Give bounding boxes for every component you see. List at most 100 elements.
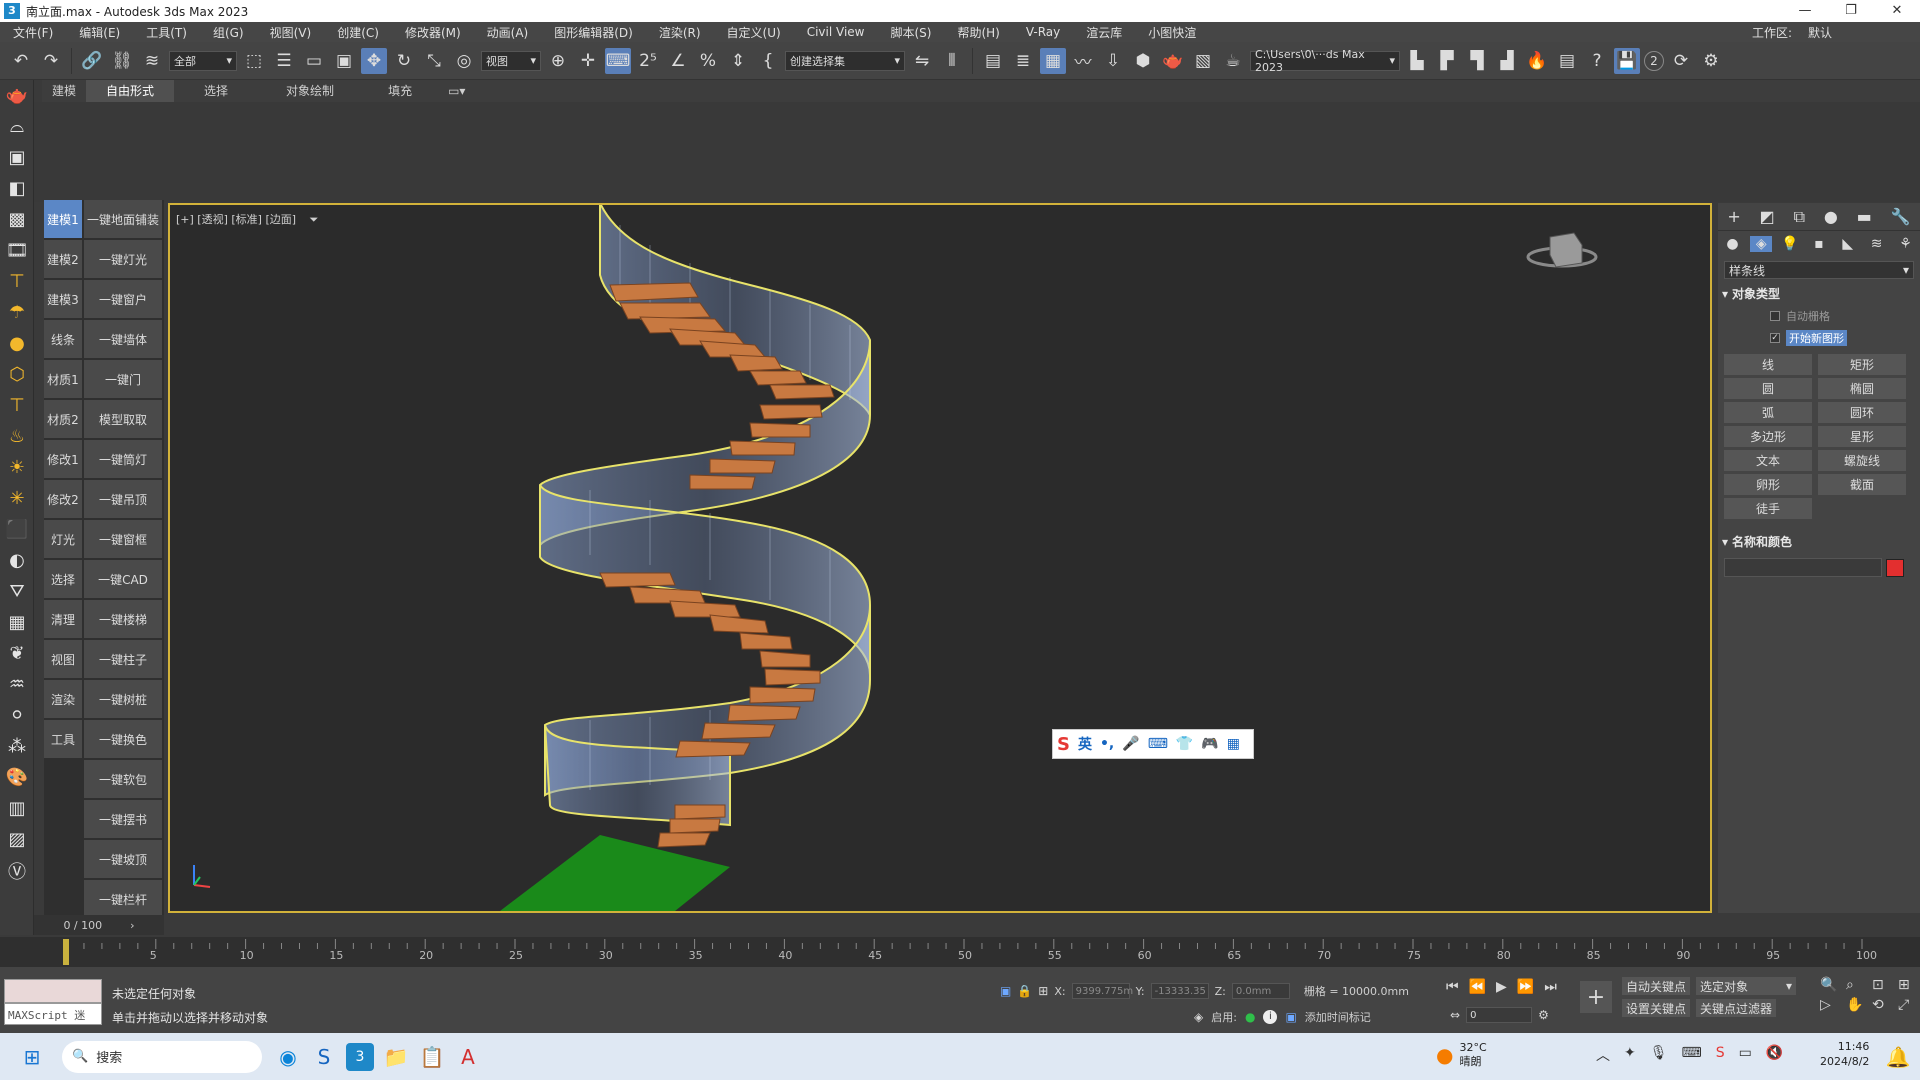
viewcube[interactable] (1526, 232, 1598, 268)
project-path-dropdown[interactable]: C:\Users\0\···ds Max 2023 ▾ (1250, 48, 1400, 74)
script-button-left[interactable]: 建模1 (44, 200, 82, 238)
isolate-selection-icon[interactable]: ▣ (1000, 984, 1011, 998)
notepad-icon[interactable]: 📋 (414, 1039, 450, 1075)
tripod-icon[interactable]: ⛛ (0, 576, 34, 607)
script-button-right[interactable]: 一键窗框 (84, 520, 162, 558)
auto-key-button[interactable]: 自动关键点 (1622, 977, 1691, 995)
auto-grid-checkbox[interactable]: 自动栅格 (1770, 308, 1920, 324)
menu-group[interactable]: 组(G) (200, 24, 257, 41)
menu-view[interactable]: 视图(V) (257, 24, 325, 41)
start-new-shape-box[interactable]: ✓ (1770, 333, 1780, 343)
helix-button[interactable]: 螺旋线 (1818, 450, 1906, 471)
menu-create[interactable]: 创建(C) (324, 24, 392, 41)
zoom-extents-icon[interactable]: ⊡ (1872, 977, 1894, 993)
menu-civil-view[interactable]: Civil View (794, 25, 878, 39)
create-tab-icon[interactable]: + (1727, 207, 1740, 226)
display-tab-icon[interactable]: ▬ (1857, 207, 1872, 226)
script-button-left[interactable]: 清理 (44, 600, 82, 638)
shape-category-dropdown[interactable]: 样条线 ▾ (1724, 261, 1914, 279)
freehand-button[interactable]: 徒手 (1724, 498, 1812, 519)
workspace-dropdown[interactable]: 默认 (1800, 24, 1920, 41)
ime-english-mode-icon[interactable]: 英 (1078, 734, 1092, 754)
notification-bell-icon[interactable]: 🔔 (1880, 1039, 1916, 1075)
lamp-icon[interactable]: ⊤ (0, 266, 34, 297)
autocad-icon[interactable]: A (450, 1039, 486, 1075)
sync-icon[interactable]: ⟳ (1668, 48, 1694, 74)
ribbon-tab-modeling[interactable]: 建模 (42, 80, 86, 102)
script-button-right[interactable]: 一键软包 (84, 760, 162, 798)
grid-icon[interactable]: ▦ (0, 607, 34, 638)
notification-badge[interactable]: 2 (1644, 50, 1664, 71)
info-icon[interactable]: i (1263, 1010, 1278, 1024)
scene-explorer-icon[interactable]: ▤ (980, 48, 1006, 74)
ribbon-tab-object-paint[interactable]: 对象绘制 (258, 80, 362, 102)
align-icon[interactable]: ⫴ (939, 48, 965, 74)
modify-tab-icon[interactable]: ◩ (1760, 207, 1775, 226)
lock-selection-icon[interactable]: 🔒 (1017, 984, 1032, 998)
egg-button[interactable]: 卵形 (1724, 474, 1812, 495)
script-button-right[interactable]: 一键栏杆 (84, 880, 162, 915)
shape-icon[interactable]: ◧ (0, 173, 34, 204)
zoom-extents-all-icon[interactable]: ⊞ (1898, 977, 1920, 993)
select-object-icon[interactable]: ⬚ (241, 48, 267, 74)
ime-skin-icon[interactable]: 👕 (1176, 736, 1193, 752)
menu-vray[interactable]: V-Ray (1013, 25, 1073, 39)
teapot-icon[interactable]: 🫖 (0, 80, 34, 111)
script-button-left[interactable]: 材质1 (44, 360, 82, 398)
close-button[interactable]: ✕ (1874, 0, 1920, 22)
text-button[interactable]: 文本 (1724, 450, 1812, 471)
angle-snap-icon[interactable]: ∠ (665, 48, 691, 74)
script-button-right[interactable]: 一键窗户 (84, 280, 162, 318)
schematic-view-icon[interactable]: ⇩ (1100, 48, 1126, 74)
menu-modifiers[interactable]: 修改器(M) (392, 24, 474, 41)
ribbon-tab-freeform[interactable]: 自由形式 (86, 80, 175, 102)
menu-customize[interactable]: 自定义(U) (714, 24, 794, 41)
help-icon[interactable]: ? (1584, 48, 1610, 74)
ribbon-options-icon[interactable]: ▭▾ (438, 80, 475, 102)
time-configuration-icon[interactable]: ⚙ (1538, 1008, 1549, 1022)
bind-space-warp-icon[interactable]: ≋ (139, 48, 165, 74)
star-button[interactable]: 星形 (1818, 426, 1906, 447)
script-button-left[interactable]: 渲染 (44, 680, 82, 718)
named-selection-dropdown[interactable]: 创建选择集 ▾ (785, 50, 905, 71)
zoom-all-icon[interactable]: ⌕ (1846, 977, 1868, 993)
scene-layers-icon[interactable]: ▨ (0, 824, 34, 855)
umbrella-icon[interactable]: ☂ (0, 297, 34, 328)
script-button-left[interactable]: 修改2 (44, 480, 82, 518)
select-by-name-icon[interactable]: ☰ (271, 48, 297, 74)
set-key-big-icon[interactable]: + (1580, 981, 1612, 1013)
start-new-shape-checkbox[interactable]: ✓ 开始新图形 (1770, 330, 1920, 346)
tray-sogou-icon[interactable]: S (1716, 1045, 1725, 1065)
selection-filter-dropdown[interactable]: 全部 ▾ (169, 50, 237, 71)
orbit-icon[interactable]: ⟲ (1872, 997, 1894, 1013)
script-button-left[interactable]: 线条 (44, 320, 82, 358)
material-editor-icon[interactable]: ⬢ (1130, 48, 1156, 74)
script-button-right[interactable]: 一键楼梯 (84, 600, 162, 638)
shapes-icon[interactable]: ◈ (1750, 236, 1773, 252)
tray-app-icon[interactable]: ✦ (1624, 1045, 1636, 1065)
film-icon[interactable]: 🎞 (0, 235, 34, 266)
menu-graph-editors[interactable]: 图形编辑器(D) (541, 24, 646, 41)
absolute-mode-icon[interactable]: ⊞ (1038, 984, 1048, 998)
geometry-icon[interactable]: ● (1721, 236, 1743, 252)
edge-browser-icon[interactable]: ◉ (270, 1039, 306, 1075)
script-button-right[interactable]: 一键筒灯 (84, 440, 162, 478)
rendered-frame-window-icon[interactable]: ▧ (1190, 48, 1216, 74)
menu-xiaotu-render[interactable]: 小图快渲 (1135, 24, 1209, 41)
percent-snap-icon[interactable]: % (695, 48, 721, 74)
tray-ime-icon[interactable]: ⌨ (1682, 1045, 1702, 1065)
reference-coordinate-dropdown[interactable]: 视图 ▾ (481, 50, 541, 71)
link-icon[interactable]: 🔗 (79, 48, 105, 74)
export-icon[interactable]: ▟ (1494, 48, 1520, 74)
app-s-icon[interactable]: S (306, 1039, 342, 1075)
script-button-left[interactable]: 灯光 (44, 520, 82, 558)
script-button-right[interactable]: 一键CAD (84, 560, 162, 598)
pan-icon[interactable]: ✋ (1846, 997, 1868, 1013)
script-button-left[interactable]: 建模3 (44, 280, 82, 318)
helpers-icon[interactable]: ◣ (1837, 236, 1859, 252)
y-coordinate-field[interactable]: -13333.35 (1150, 983, 1209, 999)
section-button[interactable]: 截面 (1818, 474, 1906, 495)
sphere-icon[interactable]: ◐ (0, 545, 34, 576)
script-button-left[interactable]: 修改1 (44, 440, 82, 478)
material-group-icon[interactable]: ⁂ (0, 731, 34, 762)
